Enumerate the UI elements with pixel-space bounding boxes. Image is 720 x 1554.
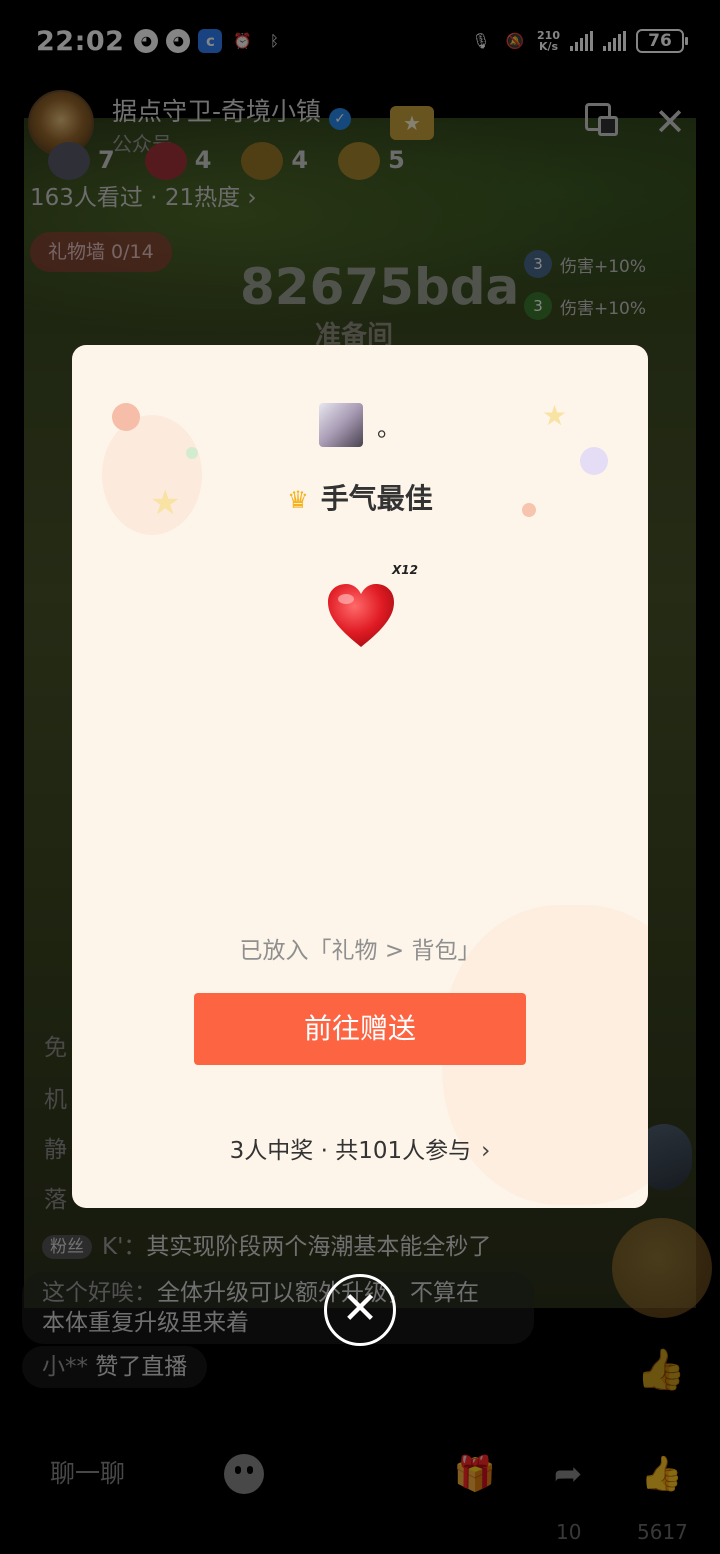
winner-row: 。 [72, 403, 648, 447]
close-modal-button[interactable]: ✕ [324, 1274, 396, 1346]
prize-gift: X12 [318, 563, 418, 655]
decoration [186, 447, 198, 459]
decoration [580, 447, 608, 475]
crown-icon: ♛ [287, 486, 309, 514]
go-send-button[interactable]: 前往赠送 [194, 993, 526, 1065]
winner-name: 。 [377, 413, 401, 442]
winners-summary-link[interactable]: 3人中奖 · 共101人参与 › [72, 1131, 648, 1165]
heart-gift-icon [328, 584, 394, 647]
placed-in-backpack-note: 已放入「礼物 > 背包」 [239, 938, 481, 964]
chevron-right-icon: › [481, 1138, 491, 1164]
lucky-draw-result-modal: ★ ★ 。 ♛ 手气最佳 X12 已放入「礼物 > 背包」 前往赠送 3人中奖 ·… [72, 345, 648, 1208]
best-luck-title: ♛ 手气最佳 [287, 482, 433, 515]
prize-quantity: X12 [392, 563, 418, 577]
winner-avatar [319, 403, 363, 447]
